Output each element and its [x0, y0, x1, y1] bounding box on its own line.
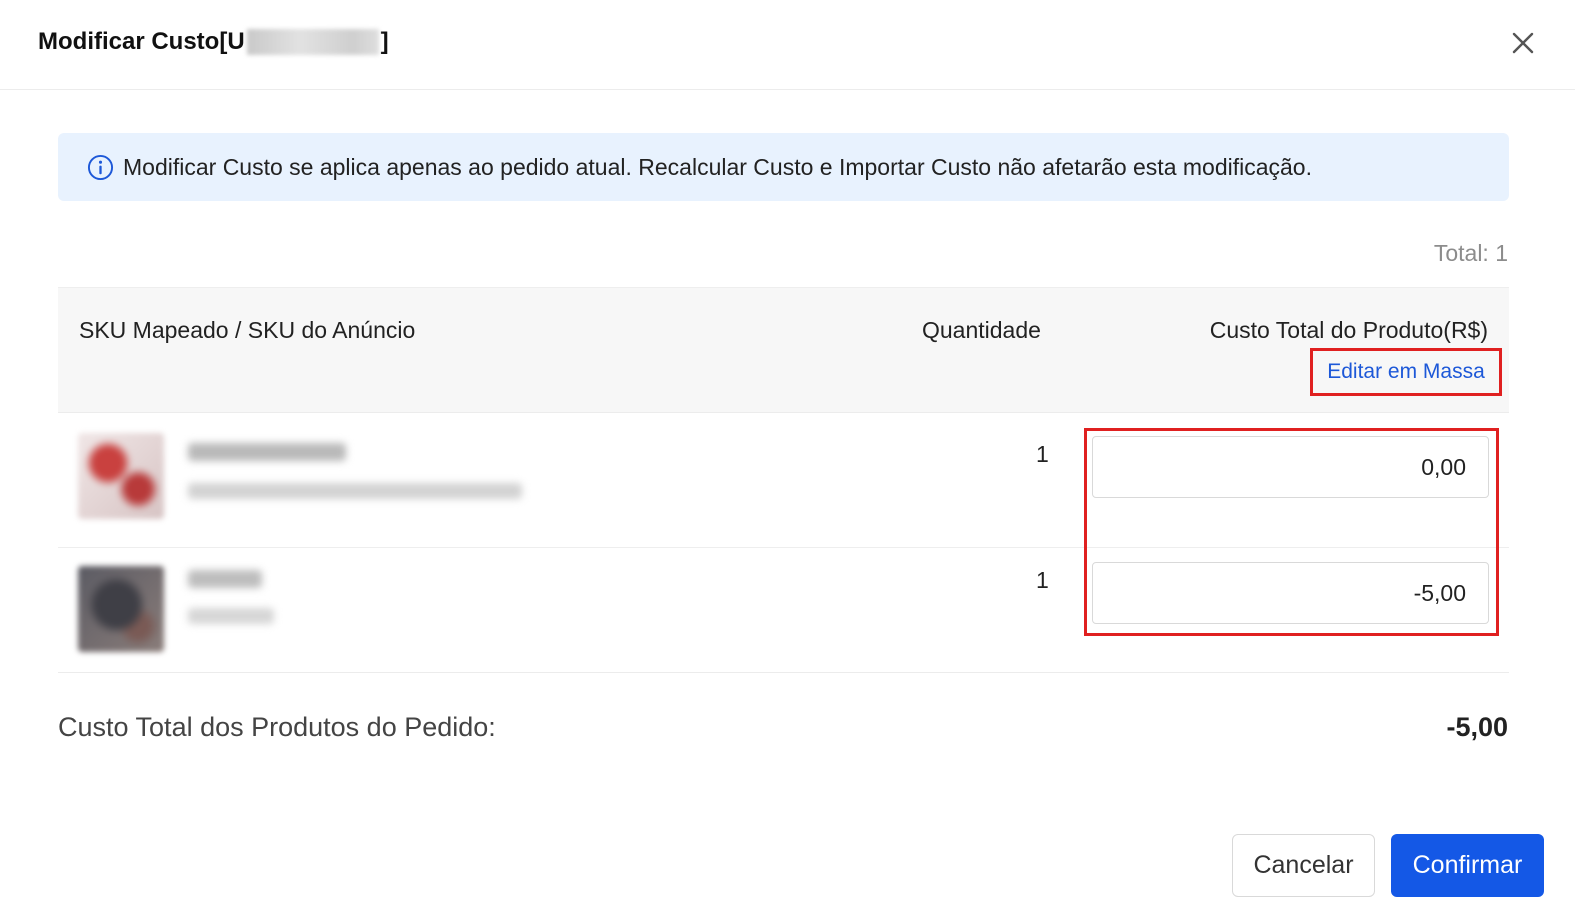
bulk-edit-link[interactable]: Editar em Massa: [1327, 360, 1485, 384]
dialog-header: Modificar Custo[U ]: [0, 0, 1575, 90]
summary-label: Custo Total dos Produtos do Pedido:: [58, 712, 496, 742]
redacted-product-name: [188, 608, 274, 624]
table-header: SKU Mapeado / SKU do Anúncio Quantidade …: [58, 287, 1509, 413]
table-row: 1: [58, 413, 1509, 548]
redacted-order-id: [246, 29, 379, 55]
close-icon[interactable]: [1508, 28, 1538, 58]
quantity-value: 1: [1036, 567, 1049, 593]
confirm-button[interactable]: Confirmar: [1391, 834, 1544, 897]
cancel-button[interactable]: Cancelar: [1232, 834, 1375, 897]
summary-value: -5,00: [1446, 712, 1508, 742]
dialog-title-suffix: ]: [380, 28, 389, 55]
header-quantity: Quantidade: [922, 317, 1041, 343]
quantity-value: 1: [1036, 441, 1049, 467]
cost-input[interactable]: [1092, 562, 1489, 624]
redacted-sku: [188, 570, 262, 588]
product-thumbnail: [78, 433, 164, 519]
header-sku: SKU Mapeado / SKU do Anúncio: [79, 317, 416, 343]
info-icon: [87, 154, 114, 180]
dialog-title-prefix: Modificar Custo[U: [38, 28, 245, 55]
header-cost: Custo Total do Produto(R$): [1209, 317, 1488, 343]
redacted-sku: [188, 443, 346, 461]
bulk-edit-highlight: Editar em Massa: [1310, 348, 1502, 396]
total-count: Total: 1: [1433, 240, 1508, 266]
redacted-product-name: [188, 483, 522, 499]
info-notice: Modificar Custo se aplica apenas ao pedi…: [58, 133, 1509, 201]
product-thumbnail: [78, 566, 164, 652]
dialog-title: Modificar Custo[U ]: [38, 28, 389, 56]
notice-text: Modificar Custo se aplica apenas ao pedi…: [123, 153, 1312, 180]
table-row: 1: [58, 548, 1509, 673]
cost-input[interactable]: [1092, 436, 1489, 498]
